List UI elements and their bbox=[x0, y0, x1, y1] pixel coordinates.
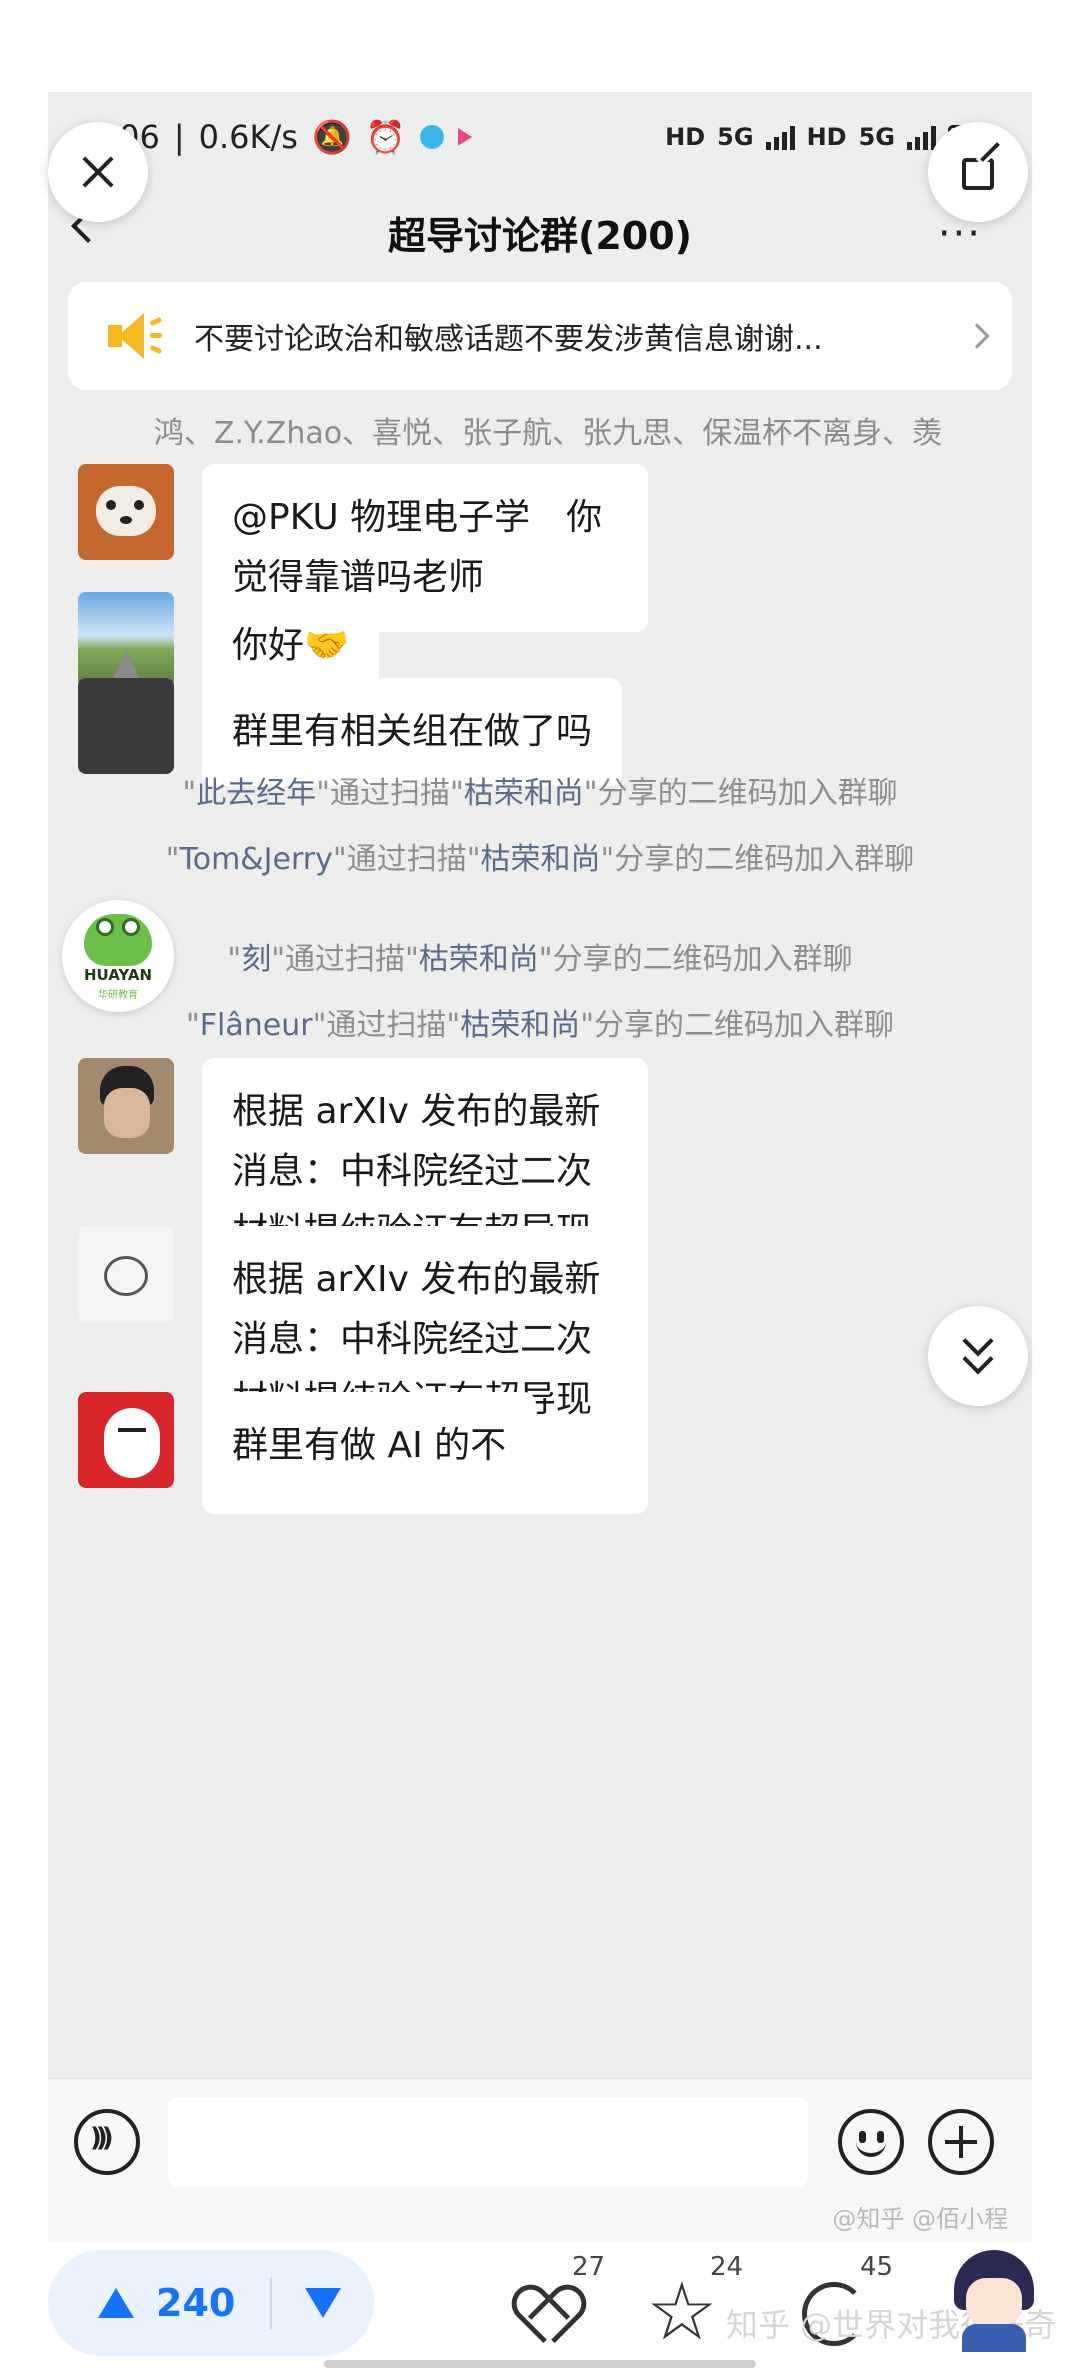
upvote-icon bbox=[98, 2288, 134, 2318]
chat-title-bar: 超导讨论群(200) ··· bbox=[48, 182, 1032, 282]
system-join-notice: "刻"通过扫描"枯荣和尚"分享的二维码加入群聊 bbox=[227, 942, 853, 977]
member-name-link[interactable]: Tom&Jerry bbox=[179, 842, 332, 877]
baymax-avatar[interactable] bbox=[78, 1392, 174, 1488]
sim2-network-label: 5G bbox=[858, 123, 895, 151]
group-notice[interactable]: 不要讨论政治和敏感话题不要发涉黄信息谢谢... bbox=[68, 282, 1012, 390]
signal-icon bbox=[907, 124, 936, 150]
chevron-right-icon bbox=[964, 323, 990, 349]
group-notice-text: 不要讨论政治和敏感话题不要发涉黄信息谢谢... bbox=[194, 322, 823, 357]
chat-title: 超导讨论群(200) bbox=[387, 213, 693, 258]
emoji-icon[interactable] bbox=[838, 2109, 904, 2175]
system-join-notice: "Tom&Jerry"通过扫描"枯荣和尚"分享的二维码加入群聊 bbox=[165, 842, 915, 877]
sky-road-avatar[interactable] bbox=[78, 592, 174, 688]
add-icon[interactable] bbox=[928, 2109, 994, 2175]
vote-bar: 240 bbox=[48, 2250, 374, 2356]
downvote-icon bbox=[305, 2288, 341, 2318]
comment-count: 45 bbox=[860, 2252, 894, 2282]
input-watermark: @知乎 @佰小程 bbox=[832, 2205, 1008, 2233]
red-panda-avatar[interactable] bbox=[78, 464, 174, 560]
sharer-name-link[interactable]: 枯荣和尚 bbox=[481, 842, 601, 877]
member-name-link[interactable]: Flâneur bbox=[200, 1008, 313, 1043]
sharer-name-link[interactable]: 枯荣和尚 bbox=[464, 776, 584, 811]
system-join-notice: "此去经年"通过扫描"枯荣和尚"分享的二维码加入群聊 bbox=[182, 776, 898, 811]
image-viewer: 7:06 | 0.6K/s 🔕 ⏰ HD 5G HD 5G 超导讨论群(200) bbox=[0, 0, 1080, 2376]
media-notification-icon bbox=[457, 128, 472, 146]
alarm-icon: ⏰ bbox=[365, 118, 406, 156]
message-item: 群里有做 AI 的不 bbox=[78, 1392, 537, 1500]
home-indicator[interactable] bbox=[324, 2360, 756, 2368]
edit-icon bbox=[962, 158, 994, 190]
mute-icon: 🔕 bbox=[311, 118, 352, 156]
voice-input-icon[interactable] bbox=[74, 2109, 140, 2175]
upvote-button[interactable]: 240 bbox=[48, 2250, 270, 2356]
downvote-button[interactable] bbox=[272, 2250, 374, 2356]
edit-button[interactable] bbox=[928, 122, 1028, 222]
more-icon[interactable]: ··· bbox=[938, 214, 982, 254]
dark-photo-avatar[interactable] bbox=[78, 678, 174, 774]
like-button[interactable]: 27 bbox=[503, 2252, 618, 2362]
favorite-count: 24 bbox=[710, 2252, 744, 2282]
person-eating-avatar[interactable] bbox=[78, 1058, 174, 1154]
upvote-count: 240 bbox=[156, 2281, 236, 2325]
chat-input-bar: @知乎 @佰小程 bbox=[48, 2078, 1032, 2242]
sim2-hd-label: HD bbox=[806, 123, 847, 151]
message-bubble[interactable]: 群里有做 AI 的不 bbox=[202, 1392, 537, 1500]
sim1-hd-label: HD bbox=[665, 123, 706, 151]
scroll-down-button[interactable] bbox=[928, 1306, 1028, 1406]
message-input[interactable] bbox=[168, 2097, 808, 2187]
member-name-link[interactable]: 此去经年 bbox=[196, 776, 316, 811]
sharer-name-link[interactable]: 枯荣和尚 bbox=[419, 942, 539, 977]
sharer-name-link[interactable]: 枯荣和尚 bbox=[460, 1008, 580, 1043]
huayan-badge[interactable]: HUAYAN 华研教育 bbox=[62, 900, 174, 1012]
meme-sketch-avatar[interactable] bbox=[78, 1226, 174, 1322]
huayan-badge-name: HUAYAN bbox=[83, 966, 153, 984]
status-bar: 7:06 | 0.6K/s 🔕 ⏰ HD 5G HD 5G bbox=[48, 92, 1032, 182]
author-avatar[interactable] bbox=[944, 2242, 1044, 2352]
star-icon: ☆ bbox=[646, 2265, 718, 2358]
sim1-network-label: 5G bbox=[717, 123, 754, 151]
close-button[interactable] bbox=[48, 122, 148, 222]
megaphone-icon bbox=[108, 313, 164, 359]
member-name-link[interactable]: 刻 bbox=[241, 942, 271, 977]
huayan-badge-sub: 华研教育 bbox=[98, 990, 138, 1001]
like-count: 27 bbox=[572, 2252, 606, 2282]
app-notification-icon bbox=[419, 125, 444, 149]
chat-screenshot: 7:06 | 0.6K/s 🔕 ⏰ HD 5G HD 5G 超导讨论群(200) bbox=[48, 92, 1032, 2242]
status-net-speed: 0.6K/s bbox=[198, 118, 298, 156]
system-join-notice: "Flâneur"通过扫描"枯荣和尚"分享的二维码加入群聊 bbox=[185, 1008, 895, 1043]
signal-icon bbox=[765, 124, 795, 150]
